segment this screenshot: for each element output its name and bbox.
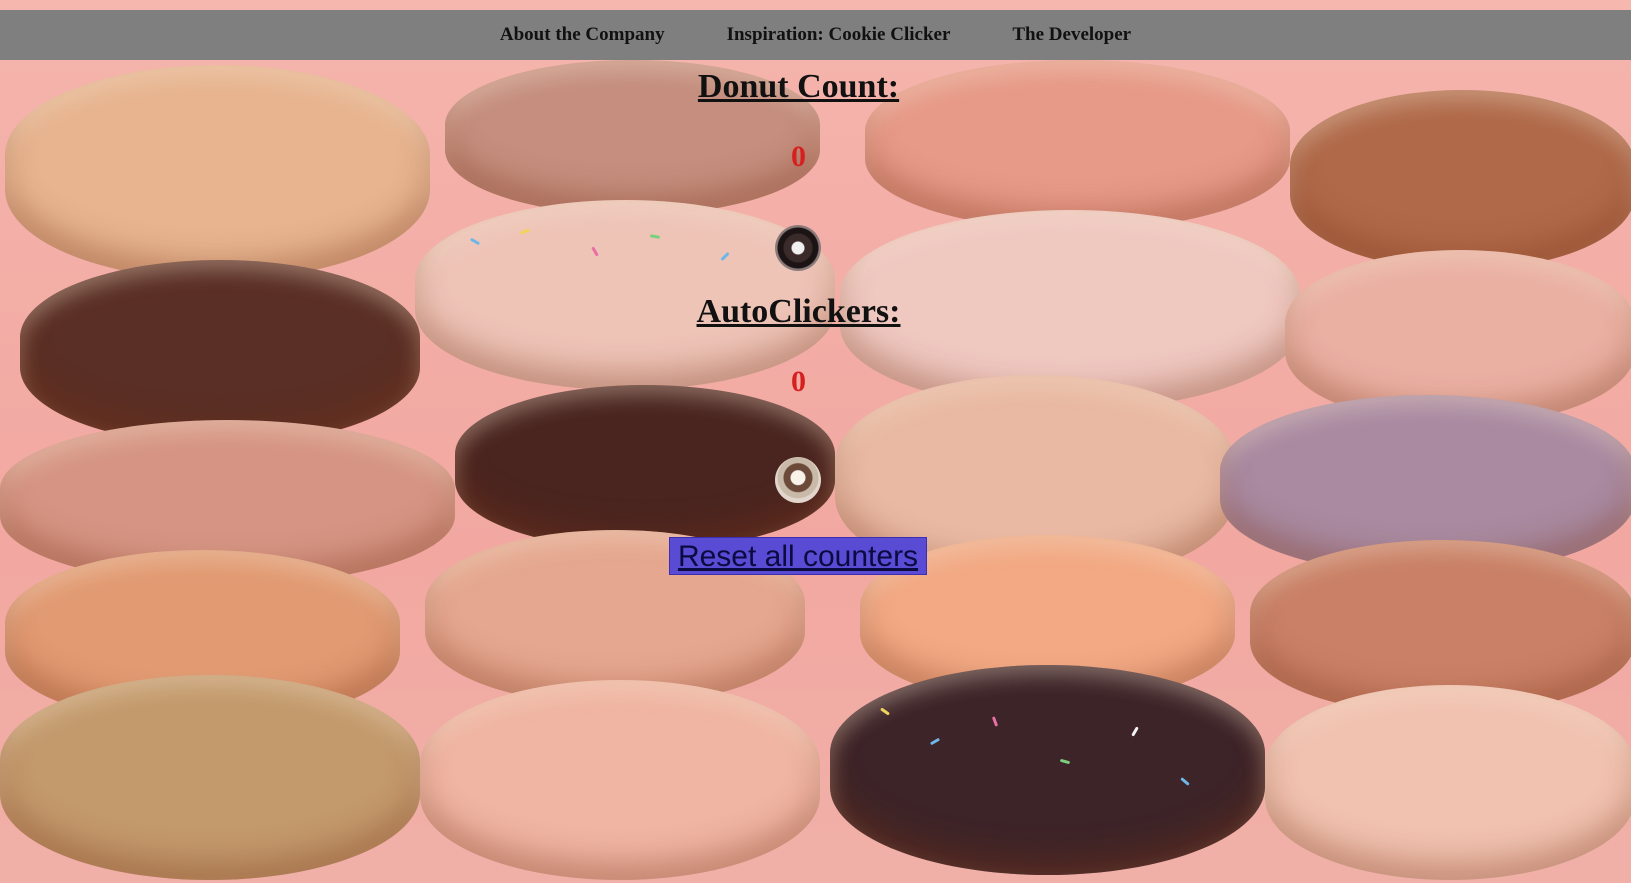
nav-link-inspiration[interactable]: Inspiration: Cookie Clicker	[727, 24, 951, 46]
donut-count-value: 0	[791, 140, 806, 173]
nav-link-about[interactable]: About the Company	[500, 24, 665, 46]
autoclicker-donut-icon[interactable]	[775, 457, 821, 503]
reset-all-counters-button[interactable]: Reset all counters	[669, 537, 927, 575]
main-content: Donut Count: 0 AutoClickers: 0 Reset all…	[0, 60, 1631, 883]
donut-count-title: Donut Count:	[697, 68, 900, 105]
navbar: About the Company Inspiration: Cookie Cl…	[0, 10, 1631, 60]
donut-icon[interactable]	[775, 225, 821, 271]
autoclickers-title: AutoClickers:	[696, 293, 901, 330]
top-strip	[0, 0, 1631, 10]
nav-link-developer[interactable]: The Developer	[1012, 24, 1131, 46]
autoclickers-value: 0	[791, 365, 806, 398]
